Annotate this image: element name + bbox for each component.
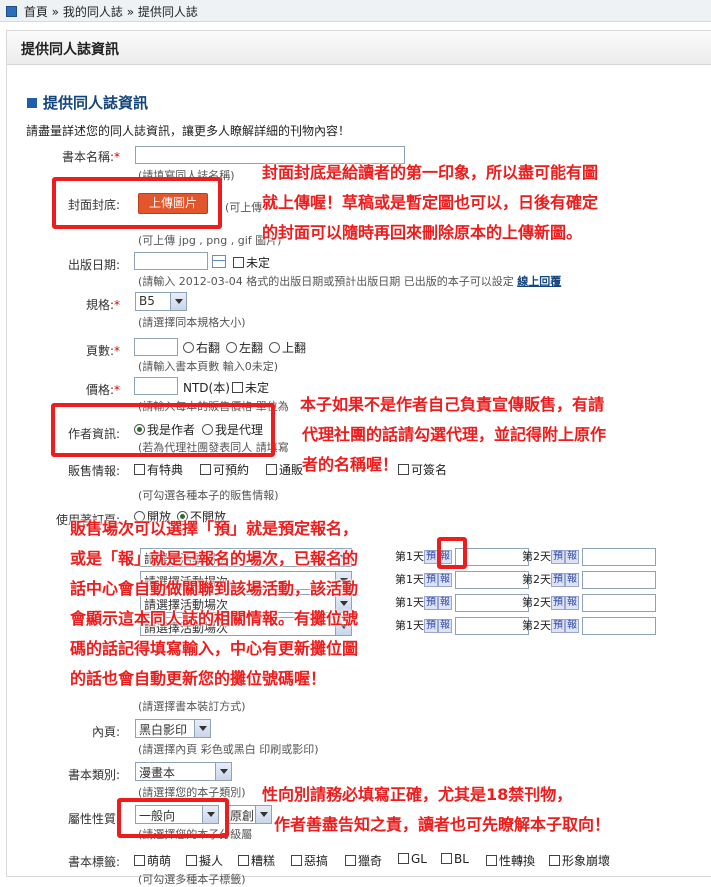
- breadcrumb-mine-link[interactable]: 我的同人誌: [63, 5, 123, 19]
- breadcrumb-sep: »: [51, 5, 60, 19]
- tags-label: 書本標籤:: [67, 855, 120, 869]
- calendar-icon[interactable]: [212, 255, 226, 268]
- highlight-box-day1: [437, 537, 467, 569]
- annotation-author: 本子如果不是作者自己負責宣傳販售，有請 代理社團的話請勾選代理，並記得附上原作 者的…: [300, 395, 607, 474]
- pub-date-input[interactable]: [134, 252, 208, 270]
- spec-hint: (請選擇同本規格大小): [138, 316, 246, 329]
- inner-label: 內頁:: [91, 725, 120, 739]
- annotation-cover: 封面封底是給讀者的第一印象，所以盡可能有圖 就上傳喔！草稿或是暫定圖也可以，日後有…: [262, 163, 599, 242]
- pages-input[interactable]: [134, 338, 178, 356]
- event-day2: 第2天預報: [522, 617, 656, 635]
- section-title: 提供同人誌資訊: [27, 92, 148, 113]
- pub-date-hint: (請輸入 2012-03-04 格式的出版日期或預計出版日期 已出版的本子可以設…: [138, 275, 562, 288]
- chevron-down-icon: [170, 293, 186, 310]
- inner-select[interactable]: 黑白影印: [135, 719, 211, 738]
- flip-up-radio[interactable]: 上翻: [269, 339, 306, 356]
- preorder-checkbox[interactable]: 可預約: [200, 461, 249, 478]
- event-day2: 第2天預報: [522, 571, 656, 589]
- breadcrumb: 首頁 » 我的同人誌 » 提供同人誌: [0, 0, 711, 22]
- event-day1: 第1天預報: [395, 571, 529, 589]
- sale-hint: (可勾選各種本子的販售情報): [138, 489, 279, 502]
- category-label: 書本類別:: [67, 768, 120, 782]
- spec-select[interactable]: B5: [135, 292, 187, 311]
- tags-hint: (可勾選多種本子標籤): [138, 873, 246, 886]
- price-unset[interactable]: 未定: [232, 379, 269, 396]
- price-input[interactable]: [134, 377, 178, 395]
- tag-checkbox[interactable]: 性轉換: [486, 852, 535, 869]
- pub-date-unset[interactable]: 未定: [233, 254, 270, 271]
- panel-title: 提供同人誌資訊: [7, 31, 711, 65]
- intro-text: 請盡量詳述您的同人誌資訊，讓更多人瞭解詳細的刊物內容！: [26, 124, 351, 138]
- binding-hint: (請選擇書本裝訂方式): [138, 700, 246, 713]
- pages-hint: (請輸入書本頁數 輸入0未定): [138, 360, 279, 373]
- square-bullet-icon: [27, 98, 37, 108]
- rating-label: 屬性性質:: [67, 812, 120, 826]
- pages-label: 頁數:*: [85, 344, 120, 358]
- online-reply-link[interactable]: 線上回覆: [517, 275, 561, 288]
- highlight-box-rating: [117, 798, 229, 838]
- home-icon: [6, 6, 17, 17]
- tag-checkbox[interactable]: 萌萌: [134, 852, 171, 869]
- checkbox-icon: [233, 257, 244, 268]
- tag-checkbox[interactable]: 糟糕: [238, 852, 275, 869]
- event-day2: 第2天預報: [522, 594, 656, 612]
- tag-checkbox[interactable]: 形象崩壞: [549, 852, 610, 869]
- breadcrumb-current: 提供同人誌: [137, 5, 198, 19]
- tag-checkbox[interactable]: 獵奇: [345, 852, 382, 869]
- tag-checkbox[interactable]: BL: [441, 852, 469, 866]
- tag-checkbox[interactable]: GL: [398, 852, 427, 866]
- book-name-label: 書本名稱:*: [61, 150, 120, 164]
- tag-checkbox[interactable]: 擬人: [186, 852, 223, 869]
- breadcrumb-sep: »: [126, 5, 135, 19]
- sale-label: 販售情報:: [67, 464, 120, 478]
- pub-date-label: 出版日期:: [67, 258, 120, 272]
- price-label: 價格:*: [85, 383, 120, 397]
- flip-right-radio[interactable]: 右翻: [183, 339, 220, 356]
- inner-hint: (請選擇內頁 彩色或黑白 印刷或影印): [138, 743, 319, 756]
- mailorder-checkbox[interactable]: 通販: [266, 461, 303, 478]
- event-day1: 第1天預報: [395, 594, 529, 612]
- annotation-rating: 性向別請務必填寫正確，尤其是18禁刊物， 作者善盡告知之責，讀者也可先瞭解本子取向…: [262, 785, 611, 834]
- event-day2: 第2天預報: [522, 548, 656, 566]
- bonus-checkbox[interactable]: 有特典: [134, 461, 183, 478]
- cover-hint: (可上傳 jpg , png , gif 圖片): [138, 234, 282, 247]
- breadcrumb-home-link[interactable]: 首頁: [24, 5, 48, 19]
- highlight-box-author: [51, 403, 275, 457]
- category-select[interactable]: 漫畫本: [135, 762, 232, 781]
- spec-label: 規格:*: [85, 298, 120, 312]
- cover-hint-right: (可上傳: [225, 201, 263, 214]
- event-day1: 第1天預報: [395, 617, 529, 635]
- tag-checkbox[interactable]: 惡搞: [291, 852, 328, 869]
- annotation-event: 販售場次可以選擇「預」就是預定報名， 或是「報」就是已報名的場次，已報名的 話中心會…: [70, 519, 359, 688]
- section-title-text: 提供同人誌資訊: [43, 94, 149, 112]
- price-unit: NTD(本): [183, 381, 230, 395]
- highlight-box-cover: [52, 177, 222, 229]
- flip-left-radio[interactable]: 左翻: [226, 339, 263, 356]
